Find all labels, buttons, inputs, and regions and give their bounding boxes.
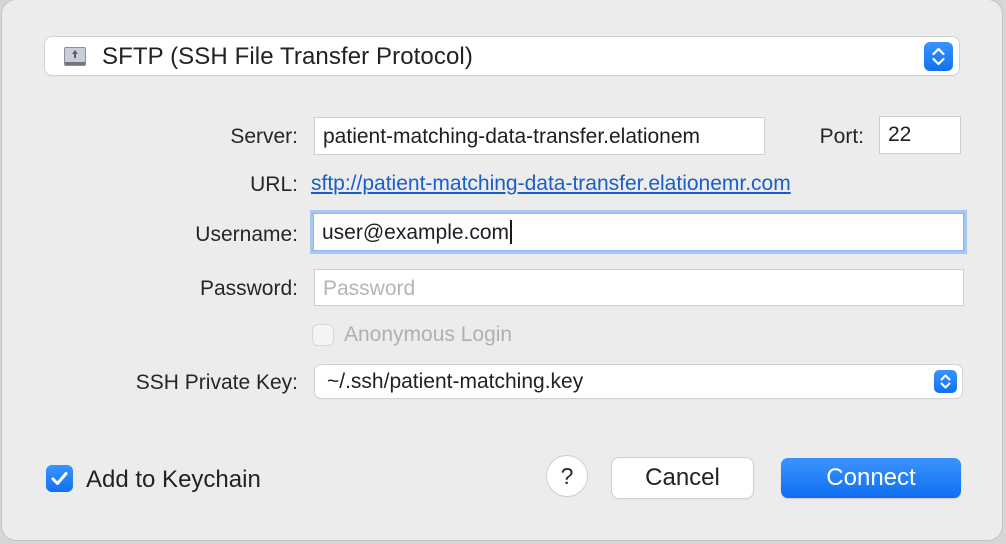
help-button[interactable]: ?: [547, 456, 587, 496]
url-link[interactable]: sftp://patient-matching-data-transfer.el…: [311, 172, 791, 196]
ssh-key-label: SSH Private Key:: [135, 371, 298, 394]
username-field[interactable]: user@example.com: [314, 214, 963, 250]
connect-button[interactable]: Connect: [781, 458, 961, 498]
anonymous-login-checkbox[interactable]: [313, 325, 333, 345]
cancel-button[interactable]: Cancel: [612, 458, 753, 498]
protocol-label: SFTP (SSH File Transfer Protocol): [102, 43, 473, 70]
add-to-keychain-checkbox[interactable]: [46, 465, 73, 492]
url-label: URL:: [250, 173, 298, 196]
network-drive-icon: [63, 44, 87, 68]
ssh-key-value: ~/.ssh/patient-matching.key: [327, 370, 584, 393]
password-field[interactable]: Password: [315, 270, 963, 305]
password-label: Password:: [199, 277, 298, 300]
checkmark-icon: [51, 472, 68, 485]
protocol-chevron-icon[interactable]: [924, 42, 953, 71]
server-label: Server:: [230, 125, 298, 148]
add-to-keychain-label[interactable]: Add to Keychain: [86, 466, 261, 494]
username-value: user@example.com: [322, 221, 510, 244]
port-label: Port:: [819, 125, 864, 148]
username-label: Username:: [195, 223, 298, 246]
text-cursor: [510, 220, 513, 244]
anonymous-login-label: Anonymous Login: [344, 323, 513, 346]
connection-dialog: SFTP (SSH File Transfer Protocol) Server…: [2, 0, 1002, 540]
ssh-key-select[interactable]: ~/.ssh/patient-matching.key: [315, 365, 962, 398]
protocol-select[interactable]: SFTP (SSH File Transfer Protocol): [45, 37, 959, 75]
ssh-key-chevron-icon[interactable]: [934, 370, 957, 393]
port-field[interactable]: 22: [880, 117, 960, 153]
